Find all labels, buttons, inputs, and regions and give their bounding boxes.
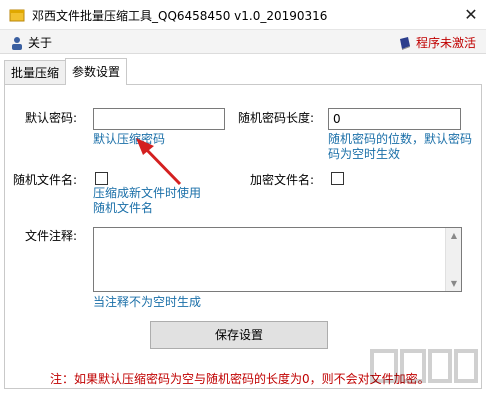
book-icon [399, 36, 410, 50]
archive-app-icon [9, 9, 25, 22]
random-filename-hint-line1: 压缩成新文件时使用 [93, 186, 202, 200]
random-length-hint-line2: 码为空时生效 [328, 147, 401, 161]
site-watermark-logo [370, 349, 478, 383]
random-filename-checkbox[interactable] [95, 172, 108, 185]
comment-textarea[interactable]: ▲ ▼ [93, 227, 462, 292]
scroll-up-icon[interactable]: ▲ [446, 228, 462, 243]
settings-panel: 默认密码: 默认压缩密码 随机密码长度: 随机密码的位数，默认密码 码为空时生效… [4, 84, 482, 389]
encrypt-filename-label: 加密文件名: [250, 173, 315, 187]
password-input[interactable] [93, 108, 225, 130]
about-menu-item[interactable]: 关于 [10, 34, 52, 51]
title-bar: 邓西文件批量压缩工具_QQ6458450 v1.0_20190316 ✕ [0, 0, 486, 30]
register-menu-item[interactable]: 程序未激活 [398, 34, 476, 51]
about-label: 关于 [28, 36, 53, 50]
comment-scrollbar[interactable]: ▲ ▼ [445, 228, 461, 291]
comment-label: 文件注释: [25, 229, 78, 243]
random-filename-label: 随机文件名: [13, 173, 78, 187]
person-icon [12, 36, 22, 50]
close-button[interactable]: ✕ [456, 0, 486, 30]
tab-strip: 批量压缩 参数设置 [4, 58, 128, 85]
random-length-label: 随机密码长度: [238, 111, 315, 125]
scroll-down-icon[interactable]: ▼ [446, 276, 462, 291]
register-label: 程序未激活 [415, 36, 476, 50]
password-label: 默认密码: [25, 111, 78, 125]
menu-bar: 关于 程序未激活 [0, 30, 486, 54]
random-filename-hint-line2: 随机文件名 [93, 201, 154, 215]
tab-batch-compress[interactable]: 批量压缩 [4, 60, 67, 84]
encrypt-filename-checkbox[interactable] [331, 172, 344, 185]
window-title: 邓西文件批量压缩工具_QQ6458450 v1.0_20190316 [32, 9, 328, 23]
save-settings-button[interactable]: 保存设置 [150, 321, 328, 349]
random-length-hint-line1: 随机密码的位数，默认密码 [328, 132, 473, 146]
comment-hint: 当注释不为空时生成 [93, 295, 202, 309]
random-length-input[interactable] [328, 108, 461, 130]
password-hint: 默认压缩密码 [93, 132, 166, 146]
tab-settings[interactable]: 参数设置 [65, 58, 128, 85]
